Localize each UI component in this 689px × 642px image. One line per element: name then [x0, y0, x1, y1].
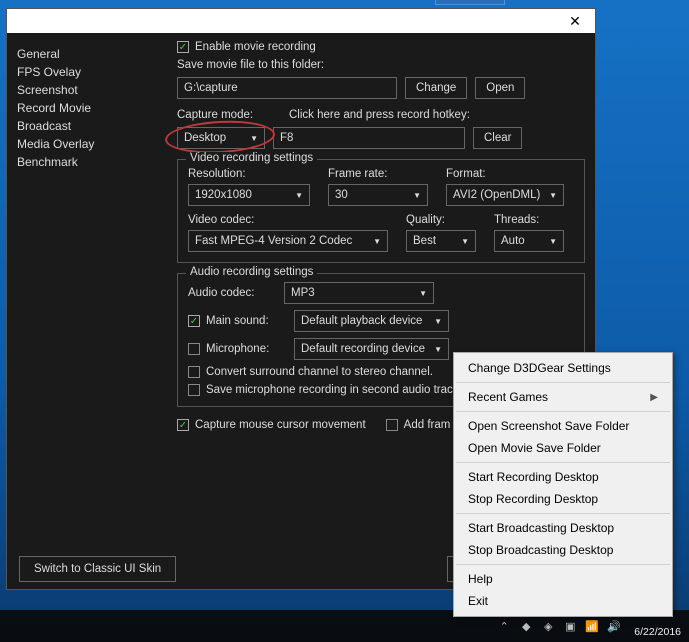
audio-codec-select[interactable]: MP3▼ [284, 282, 434, 304]
context-separator [456, 411, 670, 412]
sidebar-item-fps-ovelay[interactable]: FPS Ovelay [17, 63, 167, 81]
context-item-change-d3dgear-settings[interactable]: Change D3DGear Settings [454, 357, 672, 379]
check-icon [188, 343, 200, 355]
context-separator [456, 564, 670, 565]
threads-select[interactable]: Auto▼ [494, 230, 564, 252]
close-button[interactable]: ✕ [555, 9, 595, 33]
save-folder-input[interactable] [177, 77, 397, 99]
quality-select[interactable]: Best▼ [406, 230, 476, 252]
quality-label: Quality: [406, 214, 476, 226]
tray-network-icon[interactable]: 📶 [584, 618, 600, 634]
context-item-start-broadcasting-desktop[interactable]: Start Broadcasting Desktop [454, 517, 672, 539]
sidebar-item-screenshot[interactable]: Screenshot [17, 81, 167, 99]
resolution-label: Resolution: [188, 168, 310, 180]
context-item-start-recording-desktop[interactable]: Start Recording Desktop [454, 466, 672, 488]
context-item-stop-recording-desktop[interactable]: Stop Recording Desktop [454, 488, 672, 510]
check-icon [188, 366, 200, 378]
context-item-stop-broadcasting-desktop[interactable]: Stop Broadcasting Desktop [454, 539, 672, 561]
save-folder-label: Save movie file to this folder: [177, 59, 585, 71]
context-separator [456, 462, 670, 463]
tray-app-icon[interactable]: ◆ [518, 618, 534, 634]
check-icon: ✓ [177, 419, 189, 431]
change-button[interactable]: Change [405, 77, 467, 99]
threads-label: Threads: [494, 214, 564, 226]
sidebar-item-broadcast[interactable]: Broadcast [17, 117, 167, 135]
capture-mode-value: Desktop [184, 132, 226, 144]
main-sound-label: Main sound: [206, 315, 269, 327]
check-icon [386, 419, 398, 431]
hotkey-label: Click here and press record hotkey: [289, 109, 470, 121]
chevron-down-icon: ▼ [413, 191, 421, 200]
microphone-checkbox[interactable]: Microphone: [188, 343, 286, 355]
skin-button[interactable]: Switch to Classic UI Skin [19, 556, 176, 582]
context-menu: Change D3DGear Settings Recent Games▶ Open… [453, 352, 673, 617]
titlebar: ✕ [7, 9, 595, 33]
context-separator [456, 382, 670, 383]
mic-second-label: Save microphone recording in second audi… [206, 384, 453, 396]
check-icon: ✓ [177, 41, 189, 53]
format-label: Format: [446, 168, 564, 180]
taskbar-thumbnail [435, 0, 505, 5]
addframe-label: Add fram [404, 419, 451, 431]
chevron-down-icon: ▼ [549, 191, 557, 200]
capture-mode-select[interactable]: Desktop ▼ [177, 127, 265, 149]
chevron-down-icon: ▼ [295, 191, 303, 200]
video-fieldset: Video recording settings Resolution: 192… [177, 159, 585, 263]
taskbar-date: 6/22/2016 [634, 626, 681, 639]
context-item-help[interactable]: Help [454, 568, 672, 590]
context-item-open-movie-save-folder[interactable]: Open Movie Save Folder [454, 437, 672, 459]
hotkey-input[interactable] [273, 127, 465, 149]
tray-app-icon[interactable]: ◈ [540, 618, 556, 634]
sidebar-item-benchmark[interactable]: Benchmark [17, 153, 167, 171]
format-select[interactable]: AVI2 (OpenDML)▼ [446, 184, 564, 206]
sidebar-item-media-overlay[interactable]: Media Overlay [17, 135, 167, 153]
addframe-checkbox[interactable]: Add fram [386, 419, 451, 431]
sidebar-item-general[interactable]: General [17, 45, 167, 63]
resolution-select[interactable]: 1920x1080▼ [188, 184, 310, 206]
cursor-checkbox[interactable]: ✓ Capture mouse cursor movement [177, 419, 366, 431]
taskbar-clock[interactable]: 00:00 PM 6/22/2016 [628, 613, 681, 638]
tray-up-icon[interactable]: ⌃ [496, 618, 512, 634]
chevron-down-icon: ▼ [373, 237, 381, 246]
check-icon [188, 384, 200, 396]
check-icon: ✓ [188, 315, 200, 327]
microphone-select[interactable]: Default recording device▼ [294, 338, 449, 360]
chevron-down-icon: ▼ [434, 317, 442, 326]
context-separator [456, 513, 670, 514]
context-item-exit[interactable]: Exit [454, 590, 672, 612]
chevron-down-icon: ▼ [461, 237, 469, 246]
chevron-down-icon: ▼ [419, 289, 427, 298]
video-codec-select[interactable]: Fast MPEG-4 Version 2 Codec▼ [188, 230, 388, 252]
framerate-label: Frame rate: [328, 168, 428, 180]
cursor-label: Capture mouse cursor movement [195, 419, 366, 431]
context-item-recent-games[interactable]: Recent Games▶ [454, 386, 672, 408]
tray-app-icon[interactable]: ▣ [562, 618, 578, 634]
clear-button[interactable]: Clear [473, 127, 522, 149]
chevron-down-icon: ▼ [549, 237, 557, 246]
surround-label: Convert surround channel to stereo chann… [206, 366, 433, 378]
framerate-select[interactable]: 30▼ [328, 184, 428, 206]
sidebar-item-record-movie[interactable]: Record Movie [17, 99, 167, 117]
main-sound-select[interactable]: Default playback device▼ [294, 310, 449, 332]
chevron-down-icon: ▼ [250, 134, 258, 143]
main-sound-checkbox[interactable]: ✓ Main sound: [188, 315, 286, 327]
capture-mode-label: Capture mode: [177, 109, 267, 121]
audio-codec-label: Audio codec: [188, 287, 276, 299]
video-legend: Video recording settings [186, 152, 317, 164]
context-item-open-screenshot-save-folder[interactable]: Open Screenshot Save Folder [454, 415, 672, 437]
chevron-down-icon: ▼ [434, 345, 442, 354]
audio-legend: Audio recording settings [186, 266, 317, 278]
enable-label: Enable movie recording [195, 41, 316, 53]
microphone-label: Microphone: [206, 343, 269, 355]
tray-volume-icon[interactable]: 🔊 [606, 618, 622, 634]
sidebar: GeneralFPS OvelayScreenshotRecord MovieB… [17, 41, 167, 543]
chevron-right-icon: ▶ [650, 392, 658, 403]
enable-recording-checkbox[interactable]: ✓ Enable movie recording [177, 41, 585, 53]
video-codec-label: Video codec: [188, 214, 388, 226]
open-button[interactable]: Open [475, 77, 525, 99]
